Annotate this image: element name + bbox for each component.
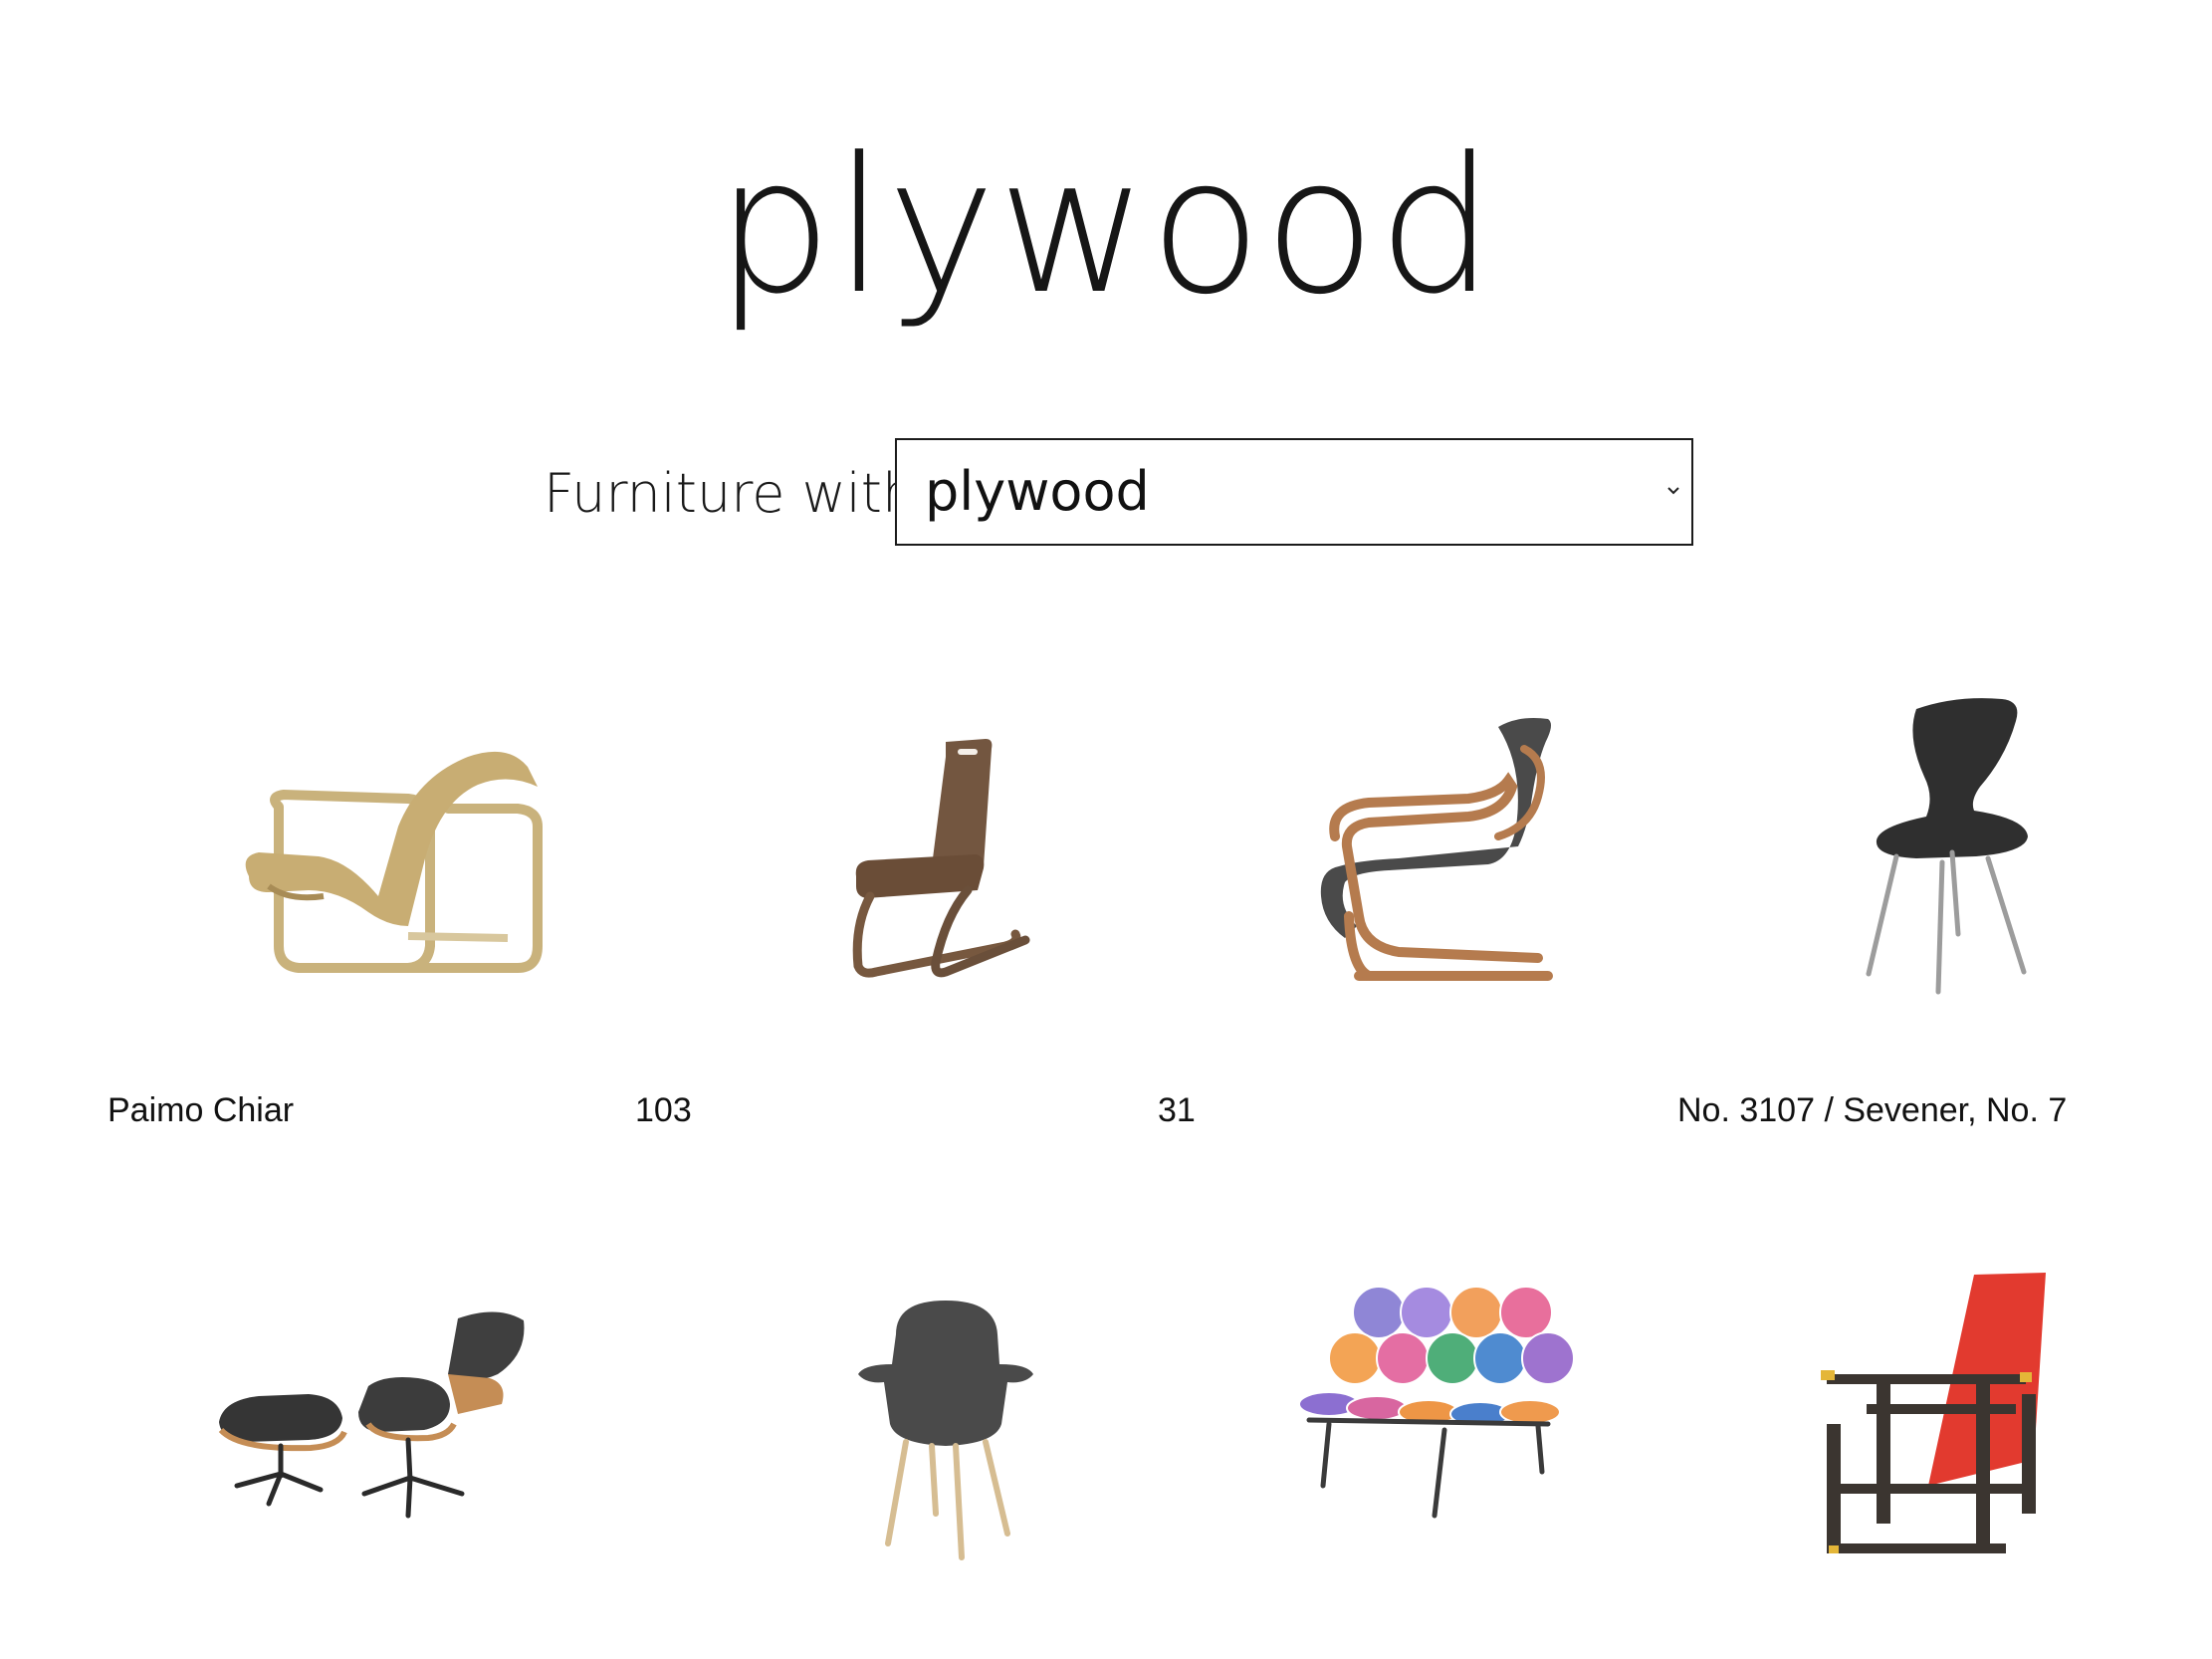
card-title: 103 <box>635 1091 692 1129</box>
furniture-card-paimio[interactable]: Paimo Chiar <box>108 677 617 1135</box>
red-blue-chair-image <box>1717 1255 2212 1593</box>
furniture-grid: Paimo Chiar 103 31 No. 3107 / Sevener, N… <box>0 0 2212 1659</box>
organic-chair-image <box>697 1255 1195 1593</box>
furniture-card-organic[interactable] <box>637 1255 1135 1653</box>
furniture-card-31[interactable]: 31 <box>1158 677 1658 1135</box>
card-title: 31 <box>1158 1091 1196 1129</box>
card-title: No. 3107 / Sevener, No. 7 <box>1677 1091 2068 1129</box>
card-title: Paimo Chiar <box>108 1091 295 1129</box>
furniture-card-103[interactable]: 103 <box>635 677 1135 1135</box>
furniture-card-lounge[interactable] <box>119 1255 617 1653</box>
page: plywood Furniture with plywood Paimo Chi… <box>0 0 2212 1659</box>
furniture-card-marshmallow[interactable] <box>1160 1255 1658 1653</box>
cantilever-chair-image <box>697 677 1195 1016</box>
furniture-card-3107[interactable]: No. 3107 / Sevener, No. 7 <box>1677 677 2175 1135</box>
furniture-card-red-blue[interactable] <box>1677 1255 2175 1653</box>
lounge-chair-ottoman-image <box>149 1255 647 1593</box>
paimio-chair-image <box>159 677 657 1016</box>
series-7-chair-image <box>1717 677 2212 1016</box>
marshmallow-sofa-image <box>1200 1255 1697 1593</box>
armchair-31-image <box>1200 677 1697 1016</box>
